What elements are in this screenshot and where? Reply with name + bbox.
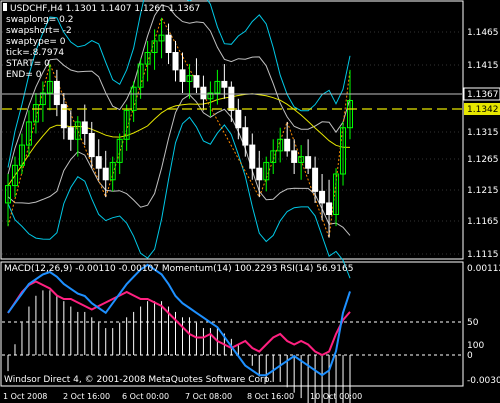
indicator-axis: 0.00112 50 100 0 -0.00309 [467, 264, 500, 386]
price-label: 1.1415 [467, 61, 499, 71]
param-tick: tick=.8.7974 [6, 48, 64, 58]
time-label: 1 Oct 2008 [3, 392, 47, 401]
window-marker-icon [3, 3, 7, 11]
indicator-window-frame [0, 261, 464, 387]
candle-body [291, 150, 298, 163]
indicator-label: 50 [467, 318, 479, 328]
indicator-lines [7, 263, 351, 377]
indicator-label: 100 [467, 341, 484, 351]
bollinger-lower-inner [7, 94, 351, 236]
price-label: 1.1115 [467, 250, 499, 260]
candle-body [81, 121, 88, 135]
time-label: 2 Oct 16:00 [63, 392, 110, 401]
price-label: 1.1315 [467, 128, 499, 138]
candle-body [200, 86, 207, 100]
price-label: 1.1215 [467, 186, 499, 196]
indicator-label: 0 [467, 351, 473, 361]
indicator-label: 0.00112 [467, 264, 500, 274]
price-label: 1.1465 [467, 28, 499, 38]
candle-body [172, 52, 179, 71]
candle-body [193, 75, 200, 88]
candle-body [165, 34, 172, 53]
candle-body [326, 202, 333, 216]
param-end: END= 0 [6, 70, 42, 80]
candle-body [53, 80, 60, 106]
candle-body [88, 133, 95, 158]
candle-body [305, 156, 312, 169]
candle-body [284, 138, 291, 152]
time-label: 8 Oct 16:00 [247, 392, 294, 401]
momentum-line [7, 280, 351, 357]
param-swaplong: swaplong= 0.2 [6, 15, 73, 25]
candle-body [319, 190, 326, 204]
candle-body [95, 156, 102, 169]
candle-body [102, 167, 109, 181]
candle-body [312, 167, 319, 192]
candle-body [221, 80, 228, 88]
candle-body [179, 69, 186, 82]
param-swaptype: swaptype= 0 [6, 37, 66, 47]
param-swapshort: swapshort= -2 [6, 26, 72, 36]
indicator-label: -0.00309 [467, 376, 500, 386]
time-label: 7 Oct 08:00 [185, 392, 232, 401]
indicator-header: MACD(12,26,9) -0.00110 -0.00107 Momentum… [4, 264, 353, 274]
line-price-label: 1.1342 [467, 105, 499, 115]
time-label: 10 Oct 00:00 [310, 392, 362, 401]
time-label: 6 Oct 00:00 [122, 392, 169, 401]
param-start: START= 0 [6, 59, 50, 69]
indicator-footer: Windsor Direct 4, © 2001-2008 MetaQuotes… [4, 375, 272, 385]
price-axis: 1.1465 1.1415 1.1367 1.1342 1.1315 1.126… [463, 28, 500, 260]
symbol-line: USDCHF,H4 1.1301 1.1407 1.1261 1.1367 [10, 4, 200, 14]
candle-body [235, 109, 242, 129]
candle-body [67, 127, 74, 140]
current-price-label: 1.1367 [467, 90, 499, 100]
candle-body [249, 144, 256, 169]
price-chart[interactable]: USDCHF,H4 1.1301 1.1407 1.1261 1.1367 sw… [0, 0, 500, 403]
candle-body [60, 104, 67, 129]
candle-body [256, 167, 263, 181]
price-label: 1.1265 [467, 155, 499, 165]
candle-body [242, 127, 249, 146]
price-label: 1.1165 [467, 217, 499, 227]
rsi-line [7, 263, 351, 377]
yellow-moving-average [7, 93, 351, 186]
candle-body [228, 86, 235, 111]
